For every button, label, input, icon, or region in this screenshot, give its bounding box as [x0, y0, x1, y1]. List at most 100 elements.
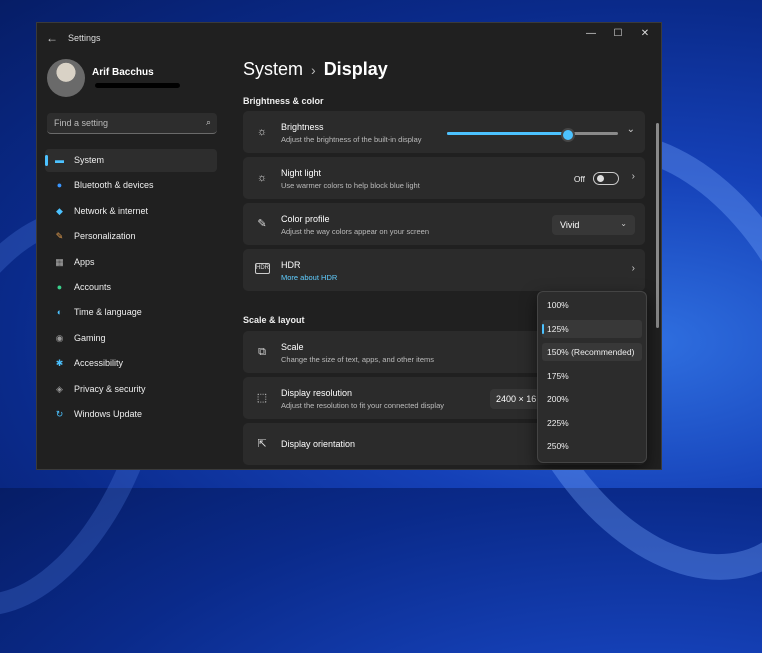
minimize-button[interactable]: — — [581, 28, 601, 39]
maximize-button[interactable]: ☐ — [608, 28, 628, 39]
privacy-security-icon: ◈ — [56, 383, 63, 394]
brightness-slider-thumb[interactable] — [561, 128, 576, 142]
pen-icon: ✎ — [257, 218, 267, 230]
night-light-subtitle: Use warmer colors to help block blue lig… — [281, 181, 420, 190]
hdr-icon: HDR — [255, 263, 270, 274]
user-name: Arif Bacchus — [92, 67, 154, 78]
breadcrumb: System › Display — [243, 59, 388, 80]
sidebar-item-privacy-security[interactable]: ◈ Privacy & security — [45, 378, 217, 401]
more-about-hdr-link[interactable]: More about HDR — [281, 273, 337, 282]
scale-option[interactable]: 125% — [542, 319, 642, 338]
scale-option-label: 150% (Recommended) — [547, 347, 635, 357]
resolution-value: 2400 × 16 — [496, 394, 537, 404]
night-light-card[interactable]: ☼ Night light Use warmer colors to help … — [243, 157, 645, 199]
sidebar-item-bluetooth-devices[interactable]: ● Bluetooth & devices — [45, 174, 217, 197]
scale-option-label: 225% — [547, 417, 569, 428]
accounts-icon: ● — [56, 282, 63, 292]
scale-subtitle: Change the size of text, apps, and other… — [281, 355, 435, 364]
scale-option[interactable]: 225% — [542, 414, 642, 432]
gaming-icon: ◉ — [55, 332, 64, 343]
night-light-icon: ☼ — [256, 172, 268, 184]
sidebar-item-personalization[interactable]: ✎ Personalization — [45, 225, 217, 248]
sidebar-item-label: Accounts — [74, 282, 112, 292]
sidebar-item-system[interactable]: ▬ System — [45, 149, 217, 172]
system-icon: ▬ — [55, 155, 64, 165]
breadcrumb-parent[interactable]: System — [243, 59, 303, 79]
sidebar: Arif Bacchus Find a setting ⌕ ▬ System ● Bl… — [37, 53, 227, 469]
page-title: Display — [323, 59, 388, 79]
settings-window: ← Settings — ☐ ✕ Arif Bacchus Find a set… — [36, 22, 662, 470]
sidebar-item-network-internet[interactable]: ◆ Network & internet — [45, 200, 217, 223]
sidebar-item-time-language[interactable]: ◐ Time & language — [45, 301, 217, 324]
brightness-subtitle: Adjust the brightness of the built-in di… — [281, 135, 422, 144]
sidebar-item-label: Network & internet — [74, 205, 149, 216]
resolution-select[interactable]: 2400 × 16 — [490, 389, 540, 409]
scale-option-label: 200% — [547, 394, 569, 404]
scale-option[interactable]: 250% — [542, 437, 642, 455]
brightness-slider[interactable] — [447, 128, 618, 142]
scale-option-label: 125% — [547, 323, 569, 334]
chevron-right-icon[interactable]: › — [632, 171, 635, 182]
apps-icon: ▦ — [55, 256, 64, 267]
selected-indicator — [542, 323, 544, 334]
scale-option[interactable]: 175% — [542, 367, 642, 385]
hdr-title: HDR — [281, 260, 301, 270]
sidebar-item-label: System — [74, 155, 105, 165]
sidebar-item-label: Privacy & security — [74, 383, 146, 394]
night-light-toggle[interactable] — [593, 172, 619, 185]
active-indicator — [45, 155, 48, 166]
scale-option[interactable]: 200% — [542, 390, 642, 408]
brightness-card[interactable]: ☼ Brightness Adjust the brightness of th… — [243, 111, 645, 153]
time-language-icon: ◐ — [56, 307, 63, 318]
breadcrumb-chevron-icon: › — [311, 62, 316, 78]
back-arrow-icon[interactable]: ← — [46, 31, 58, 45]
app-title: Settings — [68, 33, 101, 43]
search-icon[interactable]: ⌕ — [206, 117, 211, 128]
chevron-down-icon[interactable]: ⌄ — [627, 124, 635, 135]
color-profile-card[interactable]: ✎ Color profile Adjust the way colors ap… — [243, 203, 645, 245]
hdr-card[interactable]: HDR HDR More about HDR › — [243, 249, 645, 291]
search-placeholder: Find a setting — [54, 118, 109, 128]
color-profile-select[interactable]: Vivid ⌄ — [552, 215, 635, 235]
windows-update-icon: ↻ — [55, 409, 64, 419]
avatar[interactable] — [47, 59, 85, 97]
accessibility-icon: ✱ — [55, 358, 64, 369]
scale-option-label: 175% — [547, 370, 569, 381]
sidebar-item-label: Time & language — [74, 307, 142, 318]
orientation-icon: ⇱ — [257, 438, 267, 450]
sidebar-item-label: Bluetooth & devices — [74, 180, 154, 191]
brightness-title: Brightness — [281, 122, 324, 132]
sidebar-item-label: Personalization — [74, 231, 136, 242]
scale-title: Scale — [281, 342, 304, 352]
scale-option[interactable]: 150% (Recommended) — [542, 343, 642, 361]
resolution-title: Display resolution — [281, 388, 353, 398]
sun-icon: ☼ — [256, 126, 268, 138]
scale-option[interactable]: 100% — [542, 296, 642, 314]
chevron-down-icon: ⌄ — [620, 219, 627, 228]
chevron-right-icon[interactable]: › — [632, 263, 635, 274]
section-heading-brightness: Brightness & color — [243, 96, 324, 106]
scale-option-label: 250% — [547, 441, 569, 451]
close-button[interactable]: ✕ — [635, 28, 655, 39]
night-light-state: Off — [573, 174, 585, 184]
sidebar-item-gaming[interactable]: ◉ Gaming — [45, 327, 217, 350]
scrollbar[interactable] — [656, 123, 659, 328]
title-bar[interactable]: ← Settings — ☐ ✕ — [37, 23, 661, 53]
scale-icon: ⧉ — [258, 346, 266, 358]
sidebar-item-apps[interactable]: ▦ Apps — [45, 251, 217, 274]
redacted-email — [95, 83, 180, 88]
color-profile-subtitle: Adjust the way colors appear on your scr… — [281, 227, 429, 236]
sidebar-item-accessibility[interactable]: ✱ Accessibility — [45, 352, 217, 375]
brightness-slider-fill — [447, 132, 569, 135]
network-internet-icon: ◆ — [56, 205, 63, 216]
resolution-subtitle: Adjust the resolution to fit your connec… — [281, 401, 445, 410]
color-profile-title: Color profile — [281, 214, 330, 224]
search-input[interactable]: Find a setting ⌕ — [47, 113, 217, 134]
sidebar-item-accounts[interactable]: ● Accounts — [45, 276, 217, 299]
scale-dropdown[interactable]: 100% 125% 150% (Recommended) 175% 200% 225% 25… — [537, 291, 647, 463]
sidebar-item-label: Windows Update — [74, 409, 143, 419]
bluetooth-devices-icon: ● — [56, 180, 63, 191]
personalization-icon: ✎ — [55, 231, 64, 242]
section-heading-scale: Scale & layout — [243, 315, 305, 325]
sidebar-item-windows-update[interactable]: ↻ Windows Update — [45, 403, 217, 426]
